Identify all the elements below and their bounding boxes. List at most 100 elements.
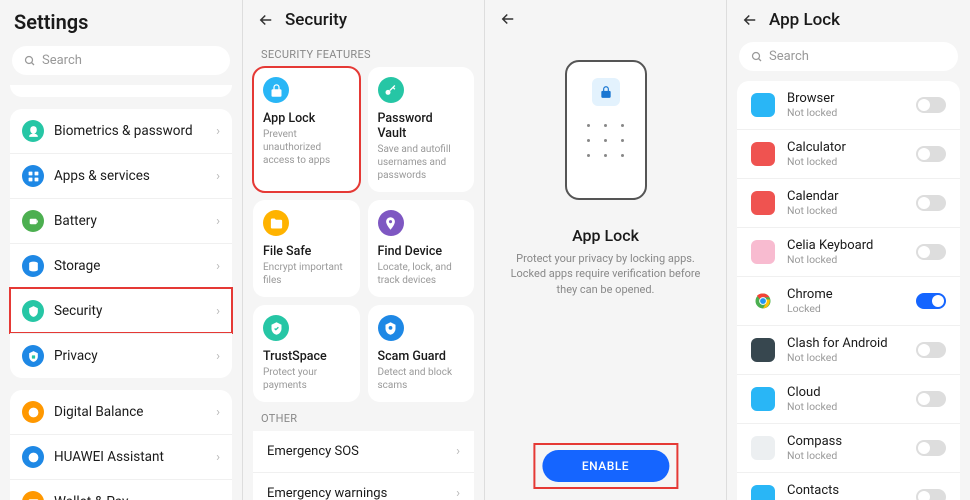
lock-fill-icon xyxy=(263,77,289,103)
settings-row-battery[interactable]: Battery › xyxy=(10,198,232,243)
app-icon xyxy=(751,387,775,411)
feature-subtitle: Detect and block scams xyxy=(378,366,465,392)
search-placeholder: Search xyxy=(769,49,809,64)
feature-subtitle: Save and autofill usernames and password… xyxy=(378,143,465,182)
app-status: Not locked xyxy=(787,400,904,413)
row-label: Storage xyxy=(54,258,206,274)
app-info: Calendar Not locked xyxy=(787,189,904,217)
chevron-right-icon: › xyxy=(216,124,220,139)
settings-row-huawei-assistant[interactable]: HUAWEI Assistant › xyxy=(10,434,232,479)
app-row-calendar[interactable]: Calendar Not locked xyxy=(737,178,960,227)
settings-row-apps-services[interactable]: Apps & services › xyxy=(10,153,232,198)
back-icon[interactable] xyxy=(741,11,759,29)
applock-list-panel: App Lock Search Browser Not locked Calcu… xyxy=(727,0,970,500)
title-bar: App Lock xyxy=(727,0,970,38)
feature-find-device[interactable]: Find Device Locate, lock, and track devi… xyxy=(368,200,475,297)
app-row-calculator[interactable]: Calculator Not locked xyxy=(737,129,960,178)
storage-icon xyxy=(22,255,44,277)
settings-row-storage[interactable]: Storage › xyxy=(10,243,232,288)
row-label: Apps & services xyxy=(54,168,206,184)
feature-subtitle: Protect your payments xyxy=(263,366,350,392)
enable-button[interactable]: ENABLE xyxy=(542,450,669,482)
title-bar: Settings xyxy=(0,0,242,42)
app-row-browser[interactable]: Browser Not locked xyxy=(737,81,960,129)
app-icon xyxy=(751,240,775,264)
app-status: Not locked xyxy=(787,351,904,364)
lock-toggle[interactable] xyxy=(916,195,946,211)
app-info: Celia Keyboard Not locked xyxy=(787,238,904,266)
row-emergency-sos[interactable]: Emergency SOS › xyxy=(253,431,474,472)
lock-toggle[interactable] xyxy=(916,146,946,162)
search-icon xyxy=(751,51,763,63)
app-info: Calculator Not locked xyxy=(787,140,904,168)
feature-app-lock[interactable]: App Lock Prevent unauthorized access to … xyxy=(253,67,360,192)
battery-icon xyxy=(22,210,44,232)
chevron-right-icon: › xyxy=(216,405,220,420)
search-icon xyxy=(24,55,36,67)
settings-row-biometrics-password[interactable]: Biometrics & password › xyxy=(10,109,232,153)
page-title: Security xyxy=(285,10,347,30)
search-placeholder: Search xyxy=(42,53,82,68)
app-row-chrome[interactable]: Chrome Locked xyxy=(737,276,960,325)
lock-toggle[interactable] xyxy=(916,244,946,260)
lock-toggle[interactable] xyxy=(916,440,946,456)
chevron-right-icon: › xyxy=(456,486,460,500)
feature-scam-guard[interactable]: Scam Guard Detect and block scams xyxy=(368,305,475,402)
settings-group-1: Biometrics & password › Apps & services … xyxy=(10,109,232,378)
feature-password-vault[interactable]: Password Vault Save and autofill usernam… xyxy=(368,67,475,192)
balance-icon xyxy=(22,401,44,423)
search-input[interactable]: Search xyxy=(12,46,230,75)
app-row-contacts[interactable]: Contacts Not locked xyxy=(737,472,960,500)
back-icon[interactable] xyxy=(499,10,517,28)
settings-group-2: Digital Balance › HUAWEI Assistant › Wal… xyxy=(10,390,232,500)
app-icon xyxy=(751,289,775,313)
lock-toggle[interactable] xyxy=(916,391,946,407)
row-label: HUAWEI Assistant xyxy=(54,449,206,465)
chevron-right-icon: › xyxy=(216,495,220,500)
app-icon xyxy=(751,485,775,500)
apps-icon xyxy=(22,165,44,187)
back-icon[interactable] xyxy=(257,11,275,29)
search-input[interactable]: Search xyxy=(739,42,958,71)
feature-subtitle: Prevent unauthorized access to apps xyxy=(263,128,350,167)
app-name: Compass xyxy=(787,434,904,449)
app-row-compass[interactable]: Compass Not locked xyxy=(737,423,960,472)
folder-icon xyxy=(263,210,289,236)
lock-toggle[interactable] xyxy=(916,97,946,113)
security-icon xyxy=(22,300,44,322)
chevron-right-icon: › xyxy=(216,169,220,184)
app-name: Cloud xyxy=(787,385,904,400)
app-status: Not locked xyxy=(787,253,904,266)
chevron-right-icon: › xyxy=(216,214,220,229)
settings-row-security[interactable]: Security › xyxy=(10,288,232,333)
chevron-right-icon: › xyxy=(216,304,220,319)
app-icon xyxy=(751,338,775,362)
biometrics-icon xyxy=(22,120,44,142)
app-name: Calculator xyxy=(787,140,904,155)
settings-row-digital-balance[interactable]: Digital Balance › xyxy=(10,390,232,434)
feature-title: Scam Guard xyxy=(378,349,465,364)
settings-row-wallet-pay[interactable]: Wallet & Pay › xyxy=(10,479,232,500)
section-header: OTHER xyxy=(243,402,484,431)
apps-list: Browser Not locked Calculator Not locked… xyxy=(737,81,960,500)
app-row-celia-keyboard[interactable]: Celia Keyboard Not locked xyxy=(737,227,960,276)
partial-card xyxy=(10,85,232,97)
feature-trustspace[interactable]: TrustSpace Protect your payments xyxy=(253,305,360,402)
feature-title: File Safe xyxy=(263,244,350,259)
app-name: Chrome xyxy=(787,287,904,302)
app-row-cloud[interactable]: Cloud Not locked xyxy=(737,374,960,423)
lock-toggle[interactable] xyxy=(916,293,946,309)
app-name: Contacts xyxy=(787,483,904,498)
key-icon xyxy=(378,77,404,103)
applock-intro-panel: App Lock Protect your privacy by locking… xyxy=(485,0,727,500)
lock-toggle[interactable] xyxy=(916,489,946,500)
row-label: Wallet & Pay xyxy=(54,494,206,500)
settings-row-privacy[interactable]: Privacy › xyxy=(10,333,232,378)
lock-toggle[interactable] xyxy=(916,342,946,358)
app-icon xyxy=(751,191,775,215)
feature-file-safe[interactable]: File Safe Encrypt important files xyxy=(253,200,360,297)
app-row-clash-for-android[interactable]: Clash for Android Not locked xyxy=(737,325,960,374)
row-emergency-warnings[interactable]: Emergency warnings › xyxy=(253,472,474,500)
row-label: Emergency SOS xyxy=(267,444,359,459)
features-grid: App Lock Prevent unauthorized access to … xyxy=(243,67,484,402)
